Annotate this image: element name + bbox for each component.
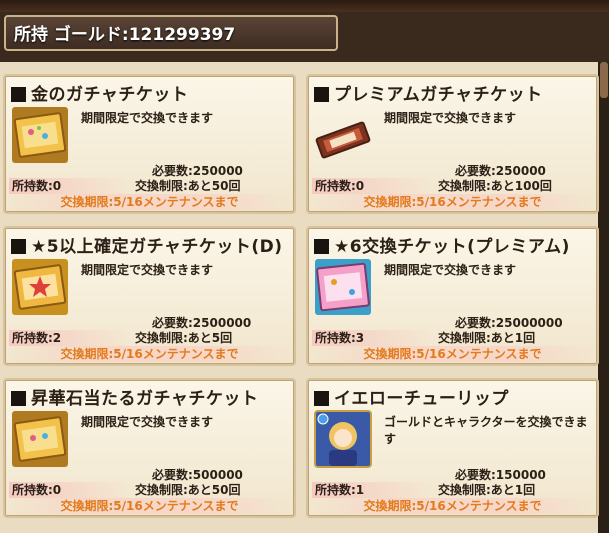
character-portrait-icon [314, 410, 372, 468]
item-title: 金のガチャチケット [31, 85, 189, 105]
top-strip [0, 0, 609, 12]
exchange-deadline: 交換期限:5/16メンテナンスまで [5, 498, 294, 514]
exchange-item-card[interactable]: ★6交換チケット(プレミアム) 期間限定で交換できます 必要数:25000000… [306, 226, 599, 366]
exchange-item-card[interactable]: 昇華石当たるガチャチケット 期間限定で交換できます 必要数:500000 所持数… [3, 378, 296, 518]
item-title: ★6交換チケット(プレミアム) [334, 237, 570, 257]
item-description: 期間限定で交換できます [384, 111, 517, 125]
bullet-icon [314, 391, 329, 406]
exchange-limit: 交換制限:あと50回 [135, 483, 241, 497]
required-amount: 必要数:500000 [152, 468, 243, 482]
item-description: 期間限定で交換できます [81, 111, 214, 125]
exchange-item-card[interactable]: ★5以上確定ガチャチケット(D) 期間限定で交換できます 必要数:2500000… [3, 226, 296, 366]
item-description: 期間限定で交換できます [384, 263, 517, 277]
owned-count: 所持数:0 [9, 482, 132, 498]
exchange-limit: 交換制限:あと1回 [438, 331, 536, 345]
owned-count: 所持数:0 [312, 178, 435, 194]
exchange-item-card[interactable]: 金のガチャチケット 期間限定で交換できます 必要数:250000 所持数:0 交… [3, 74, 296, 214]
sublimation-ticket-icon [12, 411, 68, 467]
required-amount: 必要数:2500000 [152, 316, 252, 330]
scrollbar-thumb[interactable] [600, 62, 608, 98]
required-amount: 必要数:250000 [152, 164, 243, 178]
required-amount: 必要数:150000 [455, 468, 546, 482]
exchange-limit: 交換制限:あと100回 [438, 179, 552, 193]
star5-ticket-icon [12, 259, 68, 315]
star6-ticket-icon [315, 259, 371, 315]
required-amount: 必要数:250000 [455, 164, 546, 178]
owned-count: 所持数:2 [9, 330, 132, 346]
exchange-deadline: 交換期限:5/16メンテナンスまで [308, 194, 597, 210]
exchange-item-card[interactable]: イエローチューリップ ゴールドとキャラクターを交換できます 必要数:150000… [306, 378, 599, 518]
exchange-limit: 交換制限:あと1回 [438, 483, 536, 497]
bullet-icon [11, 87, 26, 102]
exchange-limit: 交換制限:あと50回 [135, 179, 241, 193]
exchange-deadline: 交換期限:5/16メンテナンスまで [308, 346, 597, 362]
owned-count: 所持数:0 [9, 178, 132, 194]
owned-count: 所持数:1 [312, 482, 435, 498]
exchange-limit: 交換制限:あと5回 [135, 331, 233, 345]
exchange-deadline: 交換期限:5/16メンテナンスまで [5, 346, 294, 362]
item-description: ゴールドとキャラクターを交換できます [384, 415, 588, 446]
item-description: 期間限定で交換できます [81, 263, 214, 277]
item-title: イエローチューリップ [334, 389, 509, 409]
exchange-item-card[interactable]: プレミアムガチャチケット 期間限定で交換できます 必要数:250000 所持数:… [306, 74, 599, 214]
item-title: ★5以上確定ガチャチケット(D) [31, 237, 283, 257]
required-amount: 必要数:25000000 [455, 316, 563, 330]
bullet-icon [11, 239, 26, 254]
item-title: プレミアムガチャチケット [334, 85, 543, 105]
premium-ticket-icon [315, 121, 371, 159]
bullet-icon [314, 87, 329, 102]
item-title: 昇華石当たるガチャチケット [31, 389, 259, 409]
owned-count: 所持数:3 [312, 330, 435, 346]
gold-balance: 所持 ゴールド:121299397 [4, 15, 338, 51]
exchange-deadline: 交換期限:5/16メンテナンスまで [308, 498, 597, 514]
bullet-icon [11, 391, 26, 406]
item-description: 期間限定で交換できます [81, 415, 214, 429]
gold-ticket-icon [12, 107, 68, 163]
exchange-deadline: 交換期限:5/16メンテナンスまで [5, 194, 294, 210]
scrollbar[interactable] [598, 62, 609, 533]
bullet-icon [314, 239, 329, 254]
